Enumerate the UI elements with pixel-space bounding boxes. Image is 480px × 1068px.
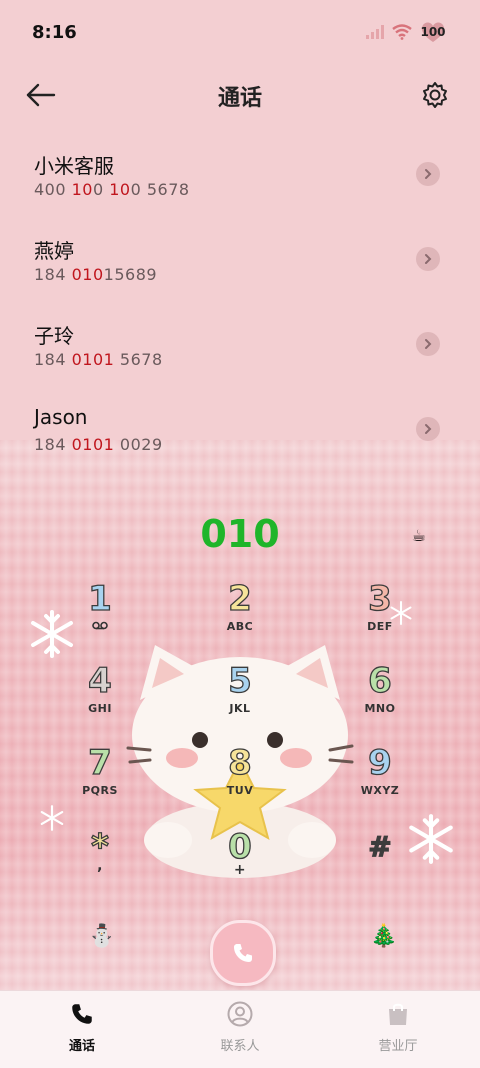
contact-name: 子玲 xyxy=(34,324,74,348)
status-time: 8:16 xyxy=(32,22,77,43)
dial-key-8[interactable]: 8 TUV xyxy=(180,743,300,818)
signal-icon xyxy=(366,25,384,39)
coffee-cup-icon[interactable]: ☕ xyxy=(412,526,426,545)
contact-name: Jason xyxy=(34,405,88,429)
dial-key-hash[interactable]: # xyxy=(320,828,440,902)
chevron-right-icon[interactable] xyxy=(416,247,440,271)
battery-icon: 100 xyxy=(420,22,446,42)
chevron-right-icon[interactable] xyxy=(416,417,440,441)
page-title: 通话 xyxy=(217,86,262,111)
list-item[interactable]: 小米客服 400 100 100 5678 xyxy=(0,140,480,225)
contact-suggestion-list: 小米客服 400 100 100 5678 燕婷 184 01015689 子玲… xyxy=(0,140,480,480)
dial-key-7[interactable]: 7 PQRS xyxy=(40,743,160,818)
contact-number: 184 0101 5678 xyxy=(34,350,163,369)
battery-level: 100 xyxy=(420,25,446,39)
wifi-icon xyxy=(392,24,412,40)
bottom-nav: 通话 联系人 营业厅 xyxy=(0,990,480,1068)
call-button[interactable] xyxy=(210,920,276,986)
contact-name: 燕婷 xyxy=(34,239,74,263)
dial-key-9[interactable]: 9 WXYZ xyxy=(320,743,440,818)
header: 通话 xyxy=(0,68,480,124)
dial-key-2[interactable]: 2 ABC xyxy=(180,579,300,654)
list-item[interactable]: 子玲 184 0101 5678 xyxy=(0,310,480,395)
snowman-icon[interactable]: ⛄ xyxy=(88,924,115,949)
voicemail-icon xyxy=(40,620,160,633)
list-item[interactable]: Jason 184 0101 0029 xyxy=(0,395,480,480)
dialed-number-display: 010 xyxy=(200,512,280,556)
dial-key-6[interactable]: 6 MNO xyxy=(320,661,440,736)
dial-key-0[interactable]: 0 + xyxy=(180,827,300,902)
contact-number: 400 100 100 5678 xyxy=(34,180,190,199)
chevron-right-icon[interactable] xyxy=(416,162,440,186)
phone-icon xyxy=(72,1004,92,1024)
list-item[interactable]: 燕婷 184 01015689 xyxy=(0,225,480,310)
chevron-right-icon[interactable] xyxy=(416,332,440,356)
dial-key-3[interactable]: 3 DEF xyxy=(320,579,440,654)
dial-key-digit: 1 xyxy=(88,579,113,619)
contact-number: 184 01015689 xyxy=(34,265,158,284)
status-bar: 8:16 100 xyxy=(0,0,480,68)
tab-calls[interactable]: 通话 xyxy=(32,1001,132,1054)
dial-key-5[interactable]: 5 JKL xyxy=(180,661,300,736)
dial-key-4[interactable]: 4 GHI xyxy=(40,661,160,736)
status-icons: 100 xyxy=(366,22,446,42)
tab-service-hall[interactable]: 营业厅 xyxy=(348,1001,448,1054)
tab-contacts[interactable]: 联系人 xyxy=(190,1001,290,1054)
contact-icon xyxy=(227,1001,253,1027)
contact-name: 小米客服 xyxy=(34,154,114,178)
gear-icon[interactable] xyxy=(420,80,450,110)
shopping-bag-icon xyxy=(389,1003,407,1025)
christmas-tree-icon[interactable]: 🎄 xyxy=(370,924,397,949)
dial-key-1[interactable]: 1 xyxy=(40,579,160,654)
contact-number: 184 0101 0029 xyxy=(34,435,163,454)
dial-key-star[interactable]: * , xyxy=(40,827,160,902)
phone-icon xyxy=(234,944,252,962)
